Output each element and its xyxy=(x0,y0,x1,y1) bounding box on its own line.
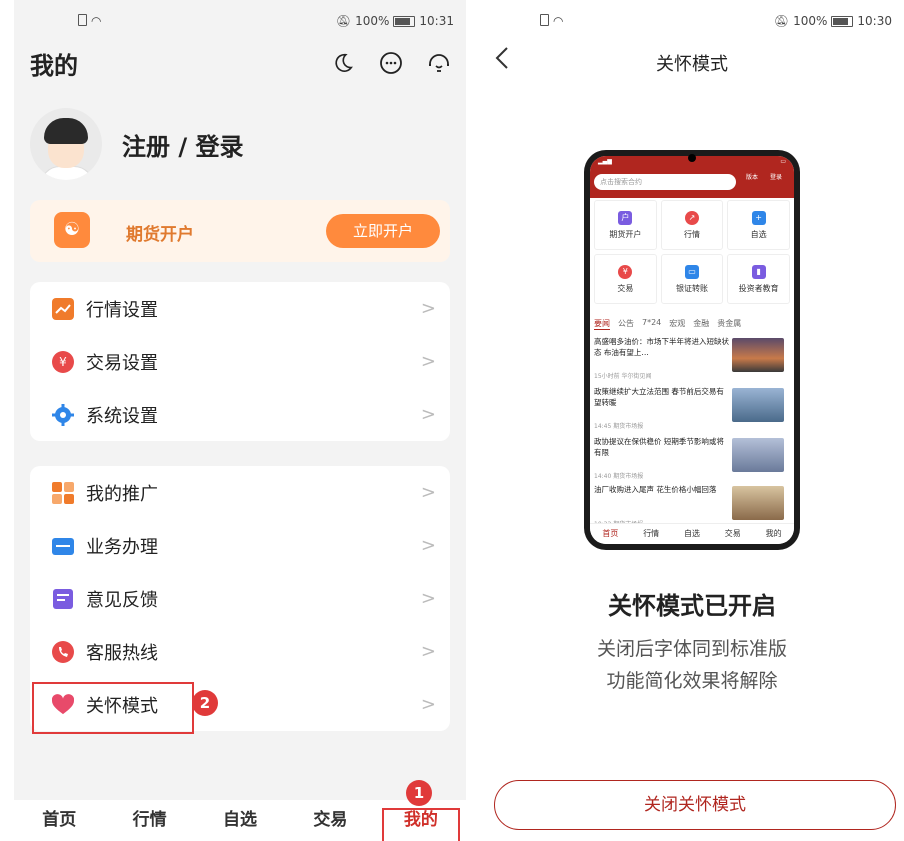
chevron-right-icon: > xyxy=(420,351,436,372)
tab-market[interactable]: 行情 xyxy=(104,800,194,841)
clock: 10:31 xyxy=(419,14,454,28)
chevron-right-icon: > xyxy=(420,694,436,715)
row-label: 业务办理 xyxy=(86,536,158,558)
row-label: 系统设置 xyxy=(86,405,158,427)
avatar[interactable] xyxy=(30,108,102,180)
tab-home[interactable]: 首页 xyxy=(14,800,104,841)
briefcase-icon xyxy=(52,535,74,557)
my-page-panel: ◠ 🔕︎ 100% 10:31 我的 注册 / 登录 ☯ 期货开户 立即开户 行… xyxy=(14,0,466,841)
preview-grid-item: ¥ 交易 xyxy=(594,254,657,304)
service-row-feedback[interactable]: 意见反馈 > xyxy=(30,572,450,625)
chart-icon xyxy=(52,297,74,320)
grid-icon xyxy=(52,481,74,504)
preview-grid-item: ↗ 行情 xyxy=(660,200,724,250)
news-thumbnail xyxy=(732,338,784,372)
message-icon[interactable] xyxy=(378,50,404,76)
news-thumbnail xyxy=(732,438,784,472)
row-label: 客服热线 xyxy=(86,642,158,664)
my-tab-highlight xyxy=(382,808,460,841)
battery-percent: 100% xyxy=(793,14,828,28)
row-label: 意见反馈 xyxy=(86,589,158,611)
chevron-right-icon: > xyxy=(420,298,436,319)
care-mode-desc-2: 功能简化效果将解除 xyxy=(606,670,778,692)
chevron-right-icon: > xyxy=(420,482,436,503)
page-title: 我的 xyxy=(30,52,78,80)
care-mode-highlight xyxy=(32,682,194,734)
profile-section[interactable]: 注册 / 登录 xyxy=(30,108,243,180)
chevron-right-icon: > xyxy=(420,404,436,425)
sim-icon xyxy=(78,14,87,26)
care-mode-status-heading: 关怀模式已开启 xyxy=(608,592,776,620)
battery-percent: 100% xyxy=(355,14,390,28)
preview-grid-item: + 自选 xyxy=(727,200,790,250)
status-bar: ◠ 🔕︎ 100% 10:30 xyxy=(480,10,904,30)
row-label: 行情设置 xyxy=(86,299,158,321)
chevron-right-icon: > xyxy=(420,535,436,556)
phone-screen: ▂▄▆ ▭ 点击搜索合约 版本 登录 户期货开户 ↗ 行情 + 自选 ¥ 交易 ▭ 银证… xyxy=(590,156,794,544)
service-row-hotline[interactable]: 客服热线 > xyxy=(30,625,450,678)
preview-grid-item: ▮ 投资者教育 xyxy=(727,254,790,304)
mute-icon: 🔕︎ xyxy=(335,14,352,28)
phone-preview: ▂▄▆ ▭ 点击搜索合约 版本 登录 户期货开户 ↗ 行情 + 自选 ¥ 交易 ▭ 银证… xyxy=(584,150,800,550)
news-thumbnail xyxy=(732,388,784,422)
clock: 10:30 xyxy=(857,14,892,28)
care-mode-desc-1: 关闭后字体同到标准版 xyxy=(596,638,787,660)
open-account-button[interactable]: 立即开户 xyxy=(326,214,440,248)
svg-text:¥: ¥ xyxy=(59,355,67,369)
chevron-right-icon: > xyxy=(420,641,436,662)
battery-icon xyxy=(831,15,854,27)
account-icon: ☯ xyxy=(54,212,90,248)
yuan-icon: ¥ xyxy=(52,350,74,373)
preview-grid-item: ▭ 银证转账 xyxy=(660,254,724,304)
step-badge-1: 1 xyxy=(406,780,432,806)
login-link[interactable]: 注册 / 登录 xyxy=(122,127,243,162)
service-row-business[interactable]: 业务办理 > xyxy=(30,519,450,572)
row-label: 交易设置 xyxy=(86,352,158,374)
preview-search: 点击搜索合约 xyxy=(594,174,736,190)
futures-account-banner[interactable]: ☯ 期货开户 立即开户 xyxy=(30,200,450,262)
wifi-icon: ◠ xyxy=(91,14,102,28)
customer-service-icon[interactable] xyxy=(426,50,452,76)
step-badge-2: 2 xyxy=(192,690,218,716)
preview-grid: 户期货开户 ↗ 行情 + 自选 ¥ 交易 ▭ 银证转账 ▮ 投资者教育 xyxy=(594,200,790,304)
gear-icon xyxy=(52,403,74,426)
sim-icon xyxy=(540,14,549,26)
futures-label: 期货开户 xyxy=(126,225,194,245)
news-thumbnail xyxy=(732,486,784,520)
wifi-icon: ◠ xyxy=(553,14,564,28)
tab-watchlist[interactable]: 自选 xyxy=(195,800,285,841)
close-care-mode-button[interactable]: 关闭关怀模式 xyxy=(494,780,896,830)
battery-icon: ▭ xyxy=(780,158,786,165)
signal-icon: ▂▄▆ xyxy=(598,158,612,165)
preview-news-item: 高盛唱多油价：市场下半年将进入短缺状态 布油有望上… 15小时前 华尔街见闻 xyxy=(594,336,790,382)
service-row-promotion[interactable]: 我的推广 > xyxy=(30,466,450,519)
chevron-right-icon: > xyxy=(420,588,436,609)
phone-icon xyxy=(52,640,74,663)
settings-card: 行情设置 > ¥ 交易设置 > 系统设置 > xyxy=(30,282,450,441)
tab-trade[interactable]: 交易 xyxy=(285,800,375,841)
page-title: 关怀模式 xyxy=(656,54,728,75)
feedback-icon xyxy=(52,588,74,610)
preview-news-item: 政协提议在保供稳价 短期季节影响或将有限 14:40 期货市场报 xyxy=(594,436,790,482)
preview-login: 登录 xyxy=(769,174,782,181)
status-bar: ◠ 🔕︎ 100% 10:31 xyxy=(14,10,466,30)
preview-news-item: 政策继续扩大立法范围 春节前后交易有望转暖 14:45 期货市场报 xyxy=(594,386,790,432)
moon-icon[interactable] xyxy=(330,50,356,76)
care-mode-panel: ◠ 🔕︎ 100% 10:30 关怀模式 ▂▄▆ ▭ 点击搜索合约 版本 登录 … xyxy=(480,0,904,841)
preview-tab-bar: 首页 行情 自选 交易 我的 xyxy=(590,523,794,544)
row-label: 我的推广 xyxy=(86,483,158,505)
settings-row-trade[interactable]: ¥ 交易设置 > xyxy=(30,335,450,388)
preview-news-tabs: 要闻 公告 7*24 宏观 金融 贵金属 xyxy=(594,318,742,330)
mute-icon: 🔕︎ xyxy=(773,14,790,28)
preview-grid-item: 户期货开户 xyxy=(594,200,657,250)
preview-version: 版本 xyxy=(745,174,758,181)
settings-row-market[interactable]: 行情设置 > xyxy=(30,282,450,335)
settings-row-system[interactable]: 系统设置 > xyxy=(30,388,450,441)
camera-icon xyxy=(688,154,696,162)
battery-icon xyxy=(393,15,416,27)
